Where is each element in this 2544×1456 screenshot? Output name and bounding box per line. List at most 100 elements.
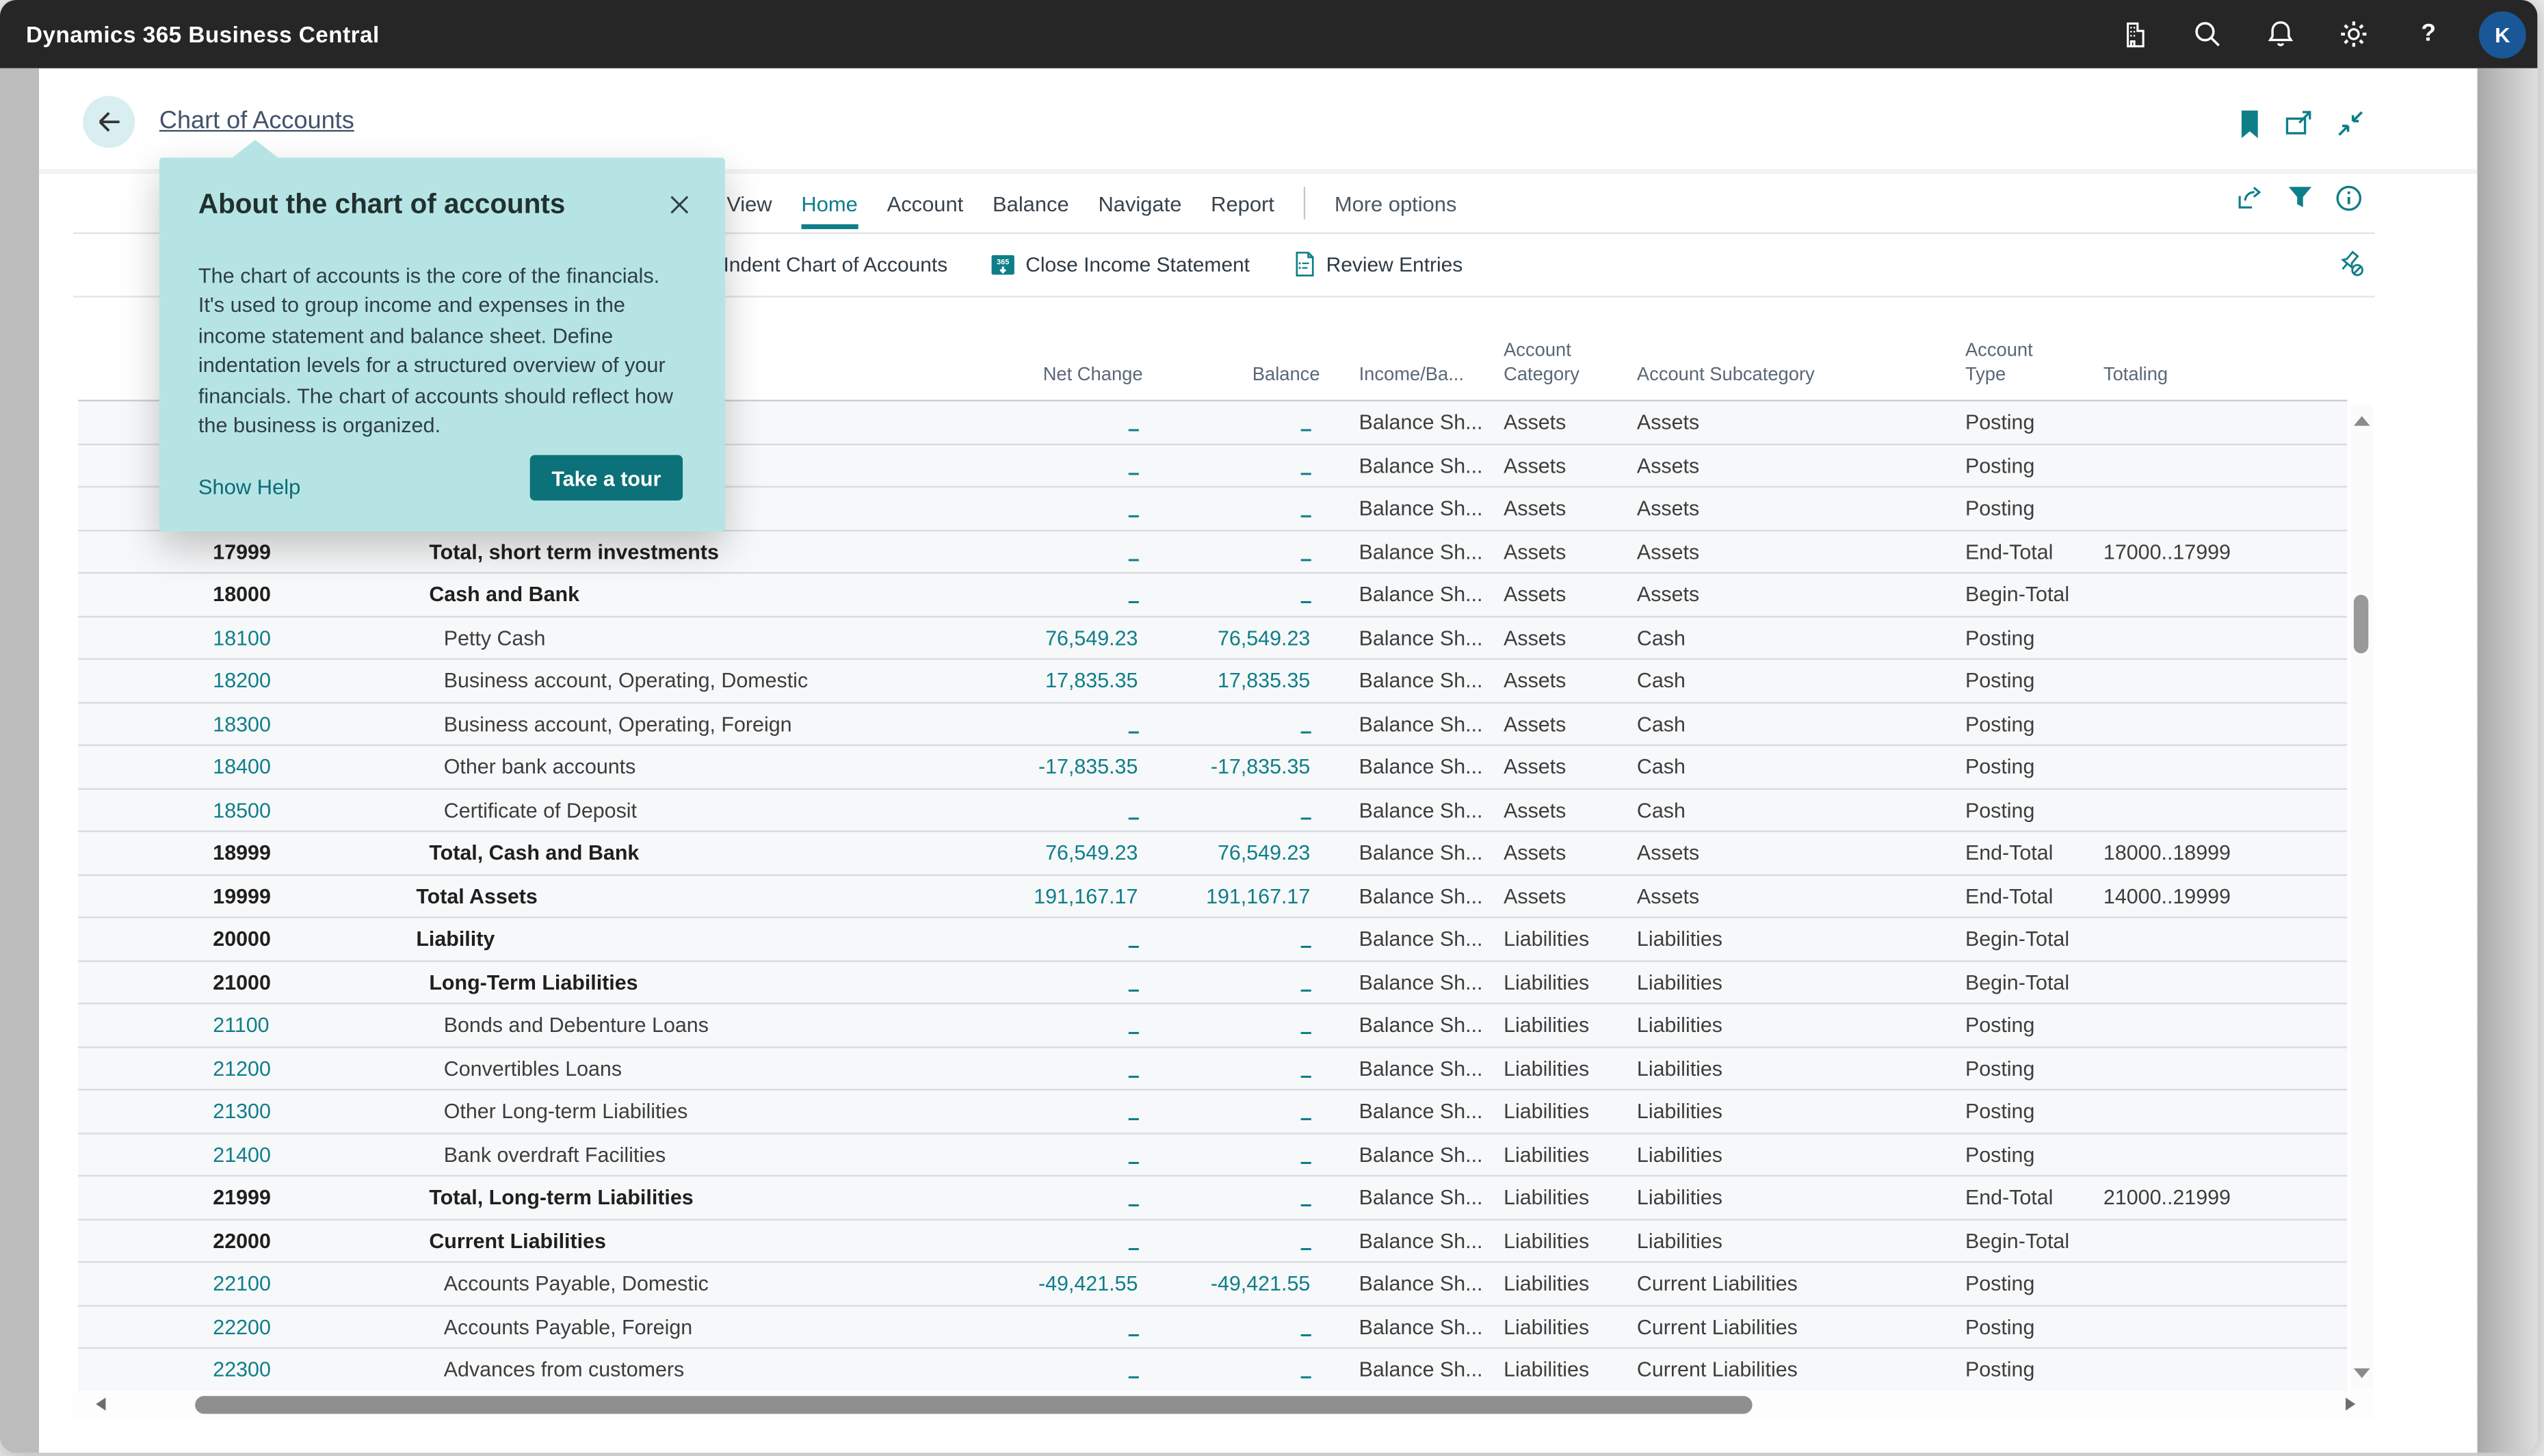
menu-item-more-options[interactable]: More options [1335, 191, 1457, 215]
scroll-up-icon[interactable] [2354, 416, 2370, 425]
menu-item-balance[interactable]: Balance [993, 191, 1069, 215]
action-close-income-statement[interactable]: 365Close Income Statement [990, 251, 1250, 277]
cell-account-type: Posting [1965, 1048, 2034, 1089]
settings-gear-icon[interactable] [2337, 18, 2370, 51]
cell-account-no[interactable]: 18500 [213, 789, 271, 831]
table-row[interactable]: 21999Total, Long-term Liabilities––Balan… [78, 1176, 2347, 1219]
column-header-line: Type [1965, 364, 2033, 388]
table-row[interactable]: 18000Cash and Bank––Balance Sh...AssetsA… [78, 574, 2347, 617]
cell-account-no[interactable]: 22300 [213, 1349, 271, 1390]
scroll-down-icon[interactable] [2354, 1368, 2370, 1378]
cell-account-subcategory: Current Liabilities [1637, 1306, 1798, 1347]
cell-account-subcategory: Current Liabilities [1637, 1349, 1798, 1390]
unpin-icon[interactable] [2336, 249, 2365, 278]
table-row[interactable]: 18300Business account, Operating, Foreig… [78, 703, 2347, 746]
cell-account-no[interactable]: 21400 [213, 1133, 271, 1175]
table-row[interactable]: 21000Long-Term Liabilities––Balance Sh..… [78, 962, 2347, 1005]
vertical-scrollbar-thumb[interactable] [2354, 595, 2368, 654]
cell-account-category: Assets [1504, 617, 1566, 659]
table-row[interactable]: 18400Other bank accounts-17,835.35-17,83… [78, 746, 2347, 789]
search-icon[interactable] [2191, 18, 2224, 51]
filter-icon[interactable] [2287, 184, 2314, 211]
avatar[interactable]: K [2479, 12, 2526, 59]
cell-account-no[interactable]: 21200 [213, 1048, 271, 1089]
collapse-icon[interactable] [2336, 109, 2365, 138]
back-button[interactable] [83, 96, 135, 148]
table-row[interactable]: 22300Advances from customers––Balance Sh… [78, 1349, 2347, 1391]
cell-account-no[interactable]: 18100 [213, 617, 271, 659]
column-header-account-subcategory[interactable]: Account Subcategory [1637, 364, 1815, 388]
cell-account-subcategory: Assets [1637, 445, 1699, 486]
table-row[interactable]: 22000Current Liabilities––Balance Sh...L… [78, 1219, 2347, 1262]
cell-account-no[interactable]: 21300 [213, 1090, 271, 1132]
cell-account-no[interactable]: 21100 [213, 1005, 269, 1046]
cell-account-type: End-Total [1965, 531, 2053, 572]
menu-item-home[interactable]: Home [801, 191, 857, 215]
scroll-left-icon[interactable] [96, 1398, 105, 1411]
notifications-bell-icon[interactable] [2264, 18, 2297, 51]
close-icon[interactable] [666, 191, 692, 217]
menu-item-view[interactable]: View [726, 191, 772, 215]
screen: Dynamics 365 Business Central [0, 0, 2544, 1456]
menu-item-navigate[interactable]: Navigate [1098, 191, 1181, 215]
show-help-link[interactable]: Show Help [198, 475, 300, 499]
table-row[interactable]: 21200Convertibles Loans––Balance Sh...Li… [78, 1048, 2347, 1091]
cell-account-no[interactable]: 18300 [213, 703, 271, 745]
table-row[interactable]: 19999Total Assets191,167.17191,167.17Bal… [78, 875, 2347, 918]
cell-account-name: Accounts Payable, Foreign [444, 1306, 692, 1347]
balance-value: – [1300, 977, 1311, 1001]
table-row[interactable]: 20000Liability––Balance Sh...Liabilities… [78, 918, 2347, 962]
table-row[interactable]: 22100Accounts Payable, Domestic-49,421.5… [78, 1262, 2347, 1306]
cell-account-name: Cash and Bank [429, 574, 579, 616]
column-header-balance[interactable]: Balance [1125, 364, 1320, 388]
table-row[interactable]: 18999Total, Cash and Bank76,549.2376,549… [78, 832, 2347, 875]
cell-totaling: 14000..19999 [2103, 875, 2231, 917]
cell-account-no[interactable]: 22100 [213, 1262, 271, 1304]
cell-balance: – [1053, 1133, 1310, 1175]
cell-account-no[interactable]: 18200 [213, 660, 271, 702]
popup-body: The chart of accounts is the core of the… [198, 262, 690, 441]
open-in-new-window-icon[interactable] [2284, 109, 2313, 138]
action-indent-chart-of-accounts[interactable]: Indent Chart of Accounts [690, 252, 948, 276]
column-header-account-type[interactable]: Account Type [1965, 340, 2033, 388]
cell-balance: – [1053, 401, 1310, 443]
table-row[interactable]: 21100Bonds and Debenture Loans––Balance … [78, 1005, 2347, 1048]
table-row[interactable]: 18100Petty Cash76,549.2376,549.23Balance… [78, 617, 2347, 660]
vertical-scrollbar[interactable] [2350, 405, 2373, 1390]
cell-account-no[interactable]: 18400 [213, 746, 271, 788]
cell-income-balance: Balance Sh... [1359, 703, 1483, 745]
share-icon[interactable] [2235, 184, 2262, 211]
table-row[interactable]: 18500Certificate of Deposit––Balance Sh.… [78, 789, 2347, 832]
cell-balance: – [1053, 1219, 1310, 1261]
column-header-account-category[interactable]: Account Category [1504, 340, 1579, 388]
table-row[interactable]: 22200Accounts Payable, Foreign––Balance … [78, 1306, 2347, 1349]
menu-item-account[interactable]: Account [887, 191, 964, 215]
cell-account-type: Posting [1965, 1306, 2034, 1347]
cell-balance: 191,167.17 [1053, 875, 1310, 917]
menu-item-report[interactable]: Report [1211, 191, 1274, 215]
cell-balance: – [1053, 918, 1310, 960]
bookmark-icon[interactable] [2237, 109, 2266, 138]
cell-account-type: Posting [1965, 746, 2034, 788]
help-icon[interactable]: ? [2412, 18, 2445, 51]
column-header-income-balance[interactable]: Income/Ba... [1359, 364, 1464, 388]
company-icon[interactable] [2118, 18, 2151, 51]
table-row[interactable]: 21400Bank overdraft Facilities––Balance … [78, 1133, 2347, 1176]
take-a-tour-button[interactable]: Take a tour [530, 455, 683, 501]
horizontal-scrollbar-thumb[interactable] [195, 1396, 1752, 1414]
table-row[interactable]: 18200Business account, Operating, Domest… [78, 660, 2347, 703]
page-title[interactable]: Chart of Accounts [159, 107, 354, 135]
info-icon[interactable] [2334, 184, 2361, 211]
column-header-totaling[interactable]: Totaling [2103, 364, 2168, 388]
table-row[interactable]: 21300Other Long-term Liabilities––Balanc… [78, 1090, 2347, 1133]
scroll-right-icon[interactable] [2346, 1398, 2355, 1411]
cell-account-category: Assets [1504, 660, 1566, 702]
action-review-entries[interactable]: Review Entries [1292, 250, 1463, 278]
cell-account-no[interactable]: 22200 [213, 1306, 271, 1347]
cell-income-balance: Balance Sh... [1359, 617, 1483, 659]
column-header-net-change[interactable]: Net Change [947, 364, 1142, 388]
balance-value: – [1300, 416, 1311, 441]
balance-value: – [1300, 1063, 1311, 1087]
table-row[interactable]: 17999Total, short term investments––Bala… [78, 531, 2347, 574]
horizontal-scrollbar[interactable] [73, 1391, 2375, 1418]
